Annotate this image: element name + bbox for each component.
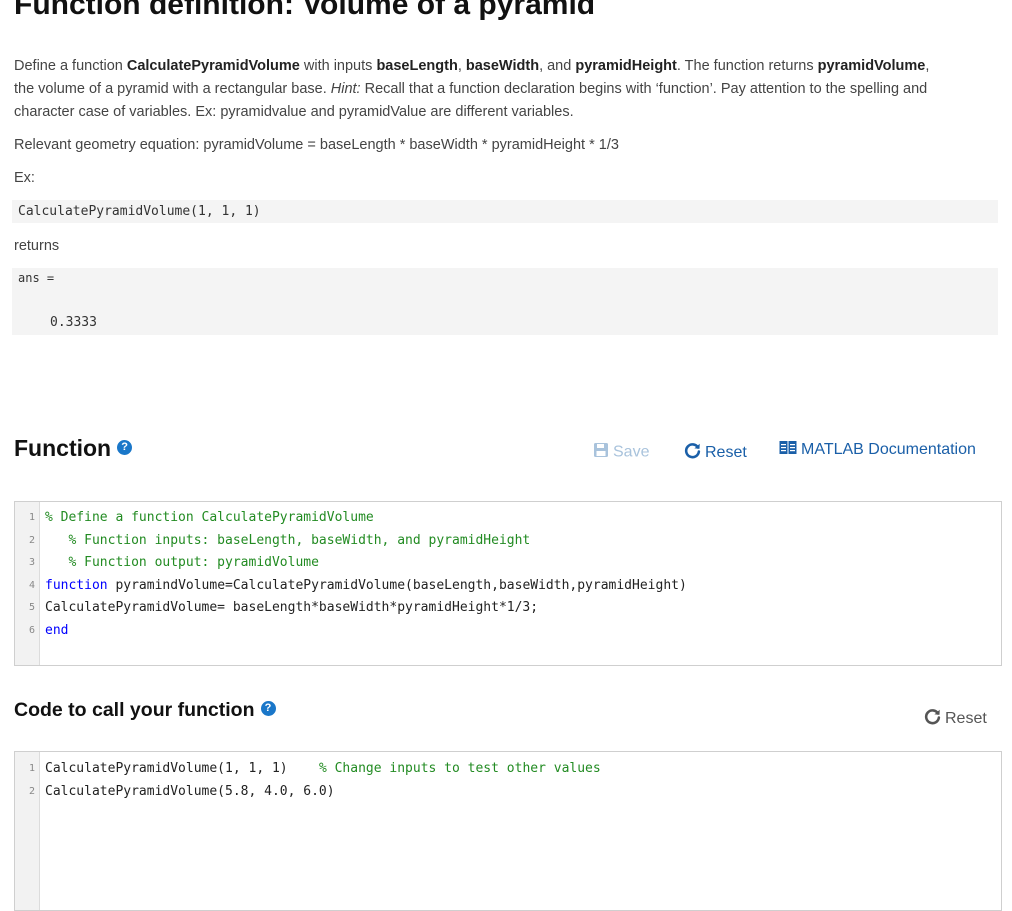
code-comment: % Change inputs to test other values bbox=[287, 761, 601, 776]
hint-label: Hint: bbox=[330, 81, 361, 97]
output-value: 0.3333 bbox=[50, 315, 97, 330]
reset-button[interactable]: Reset bbox=[684, 442, 747, 464]
line-number: 1 bbox=[28, 512, 35, 523]
output-ans: ans = bbox=[18, 271, 55, 285]
code-token: CalculatePyramidVolume= baseLength*baseW… bbox=[45, 600, 539, 615]
input-name: pyramidHeight bbox=[575, 58, 677, 74]
code-comment: % Define a function CalculatePyramidVolu… bbox=[45, 510, 374, 525]
save-button[interactable]: Save bbox=[593, 442, 649, 463]
code-line[interactable]: 5 CalculatePyramidVolume= baseLength*base… bbox=[15, 597, 1001, 619]
line-number: 4 bbox=[28, 579, 35, 591]
problem-description: Define a function CalculatePyramidVolume… bbox=[14, 55, 944, 124]
code-token: CalculatePyramidVolume(1, 1, 1) bbox=[45, 761, 288, 776]
code-text: CalculatePyramidVolume(5.8, 4.0, 6.0) bbox=[45, 781, 335, 803]
returns-label: returns bbox=[14, 238, 60, 254]
function-section-title: Function? bbox=[14, 435, 133, 462]
code-text: function pyramindVolume=CalculatePyramid… bbox=[45, 575, 687, 597]
refresh-icon bbox=[684, 442, 701, 464]
function-code-editor[interactable]: 1 % Define a function CalculatePyramidVol… bbox=[14, 501, 1002, 666]
call-title-text: Code to call your function bbox=[14, 699, 255, 721]
example-call-code: CalculatePyramidVolume(1, 1, 1) bbox=[18, 204, 261, 219]
save-label: Save bbox=[613, 443, 650, 461]
desc-text: , bbox=[457, 58, 466, 74]
code-line[interactable]: 6 end bbox=[15, 620, 1001, 642]
example-output-box: ans = 0.3333 bbox=[12, 268, 998, 335]
output-name: pyramidVolume bbox=[817, 58, 926, 74]
code-text: % Function output: pyramidVolume bbox=[45, 552, 319, 574]
desc-text: . The function returns bbox=[676, 58, 818, 74]
desc-text: Define a function bbox=[14, 58, 127, 74]
help-icon[interactable]: ? bbox=[117, 440, 133, 456]
line-number: 3 bbox=[28, 557, 35, 568]
input-name: baseWidth bbox=[465, 58, 540, 74]
function-name: CalculatePyramidVolume bbox=[126, 58, 300, 74]
page-title: Function definition: Volume of a pyramid bbox=[14, 0, 596, 21]
code-line[interactable]: 3 % Function output: pyramidVolume bbox=[15, 552, 1001, 574]
call-section-title: Code to call your function? bbox=[14, 699, 276, 722]
reset-label: Reset bbox=[705, 444, 747, 462]
desc-text: , and bbox=[539, 58, 576, 74]
code-keyword: end bbox=[45, 622, 69, 638]
code-comment: % Function output: pyramidVolume bbox=[45, 555, 319, 570]
call-reset-label: Reset bbox=[945, 710, 987, 728]
refresh-icon bbox=[924, 708, 941, 730]
code-text: end bbox=[45, 620, 68, 642]
code-line[interactable]: 4 function pyramindVolume=CalculatePyrami… bbox=[15, 575, 1001, 597]
line-number: 2 bbox=[28, 534, 35, 546]
desc-text: with inputs bbox=[299, 58, 377, 74]
book-icon bbox=[779, 440, 797, 460]
help-icon[interactable]: ? bbox=[260, 701, 276, 717]
code-text: % Function inputs: baseLength, baseWidth… bbox=[45, 530, 530, 552]
line-number: 2 bbox=[28, 785, 35, 797]
call-code-editor[interactable]: 1 CalculatePyramidVolume(1, 1, 1) % Chang… bbox=[14, 751, 1002, 911]
function-title-text: Function bbox=[14, 435, 112, 461]
code-line[interactable]: 2 % Function inputs: baseLength, baseWid… bbox=[15, 530, 1001, 552]
code-line[interactable]: 1 CalculatePyramidVolume(1, 1, 1) % Chang… bbox=[15, 758, 1001, 780]
code-comment: % Function inputs: baseLength, baseWidth… bbox=[45, 532, 531, 548]
code-text: CalculatePyramidVolume(1, 1, 1) % Change… bbox=[45, 758, 601, 780]
floppy-disk-icon bbox=[593, 442, 609, 463]
matlab-documentation-link[interactable]: MATLAB Documentation bbox=[779, 440, 976, 460]
code-text: % Define a function CalculatePyramidVolu… bbox=[45, 507, 374, 529]
line-number: 1 bbox=[28, 763, 35, 774]
code-token: pyramindVolume=CalculatePyramidVolume(ba… bbox=[107, 577, 687, 593]
code-text: CalculatePyramidVolume= baseLength*baseW… bbox=[45, 597, 538, 619]
code-keyword: function bbox=[45, 577, 108, 593]
line-number: 6 bbox=[28, 624, 35, 636]
line-number: 5 bbox=[28, 602, 35, 613]
input-name: baseLength bbox=[376, 58, 458, 74]
call-reset-button[interactable]: Reset bbox=[924, 708, 987, 730]
equation-text: Relevant geometry equation: pyramidVolum… bbox=[14, 137, 619, 153]
example-label: Ex: bbox=[14, 170, 35, 186]
code-token: CalculatePyramidVolume(5.8, 4.0, 6.0) bbox=[45, 783, 335, 799]
code-line[interactable]: 1 % Define a function CalculatePyramidVol… bbox=[15, 507, 1001, 529]
code-line[interactable]: 2 CalculatePyramidVolume(5.8, 4.0, 6.0) bbox=[15, 781, 1001, 803]
example-call-box: CalculatePyramidVolume(1, 1, 1) bbox=[12, 200, 998, 223]
docs-label: MATLAB Documentation bbox=[801, 441, 976, 459]
